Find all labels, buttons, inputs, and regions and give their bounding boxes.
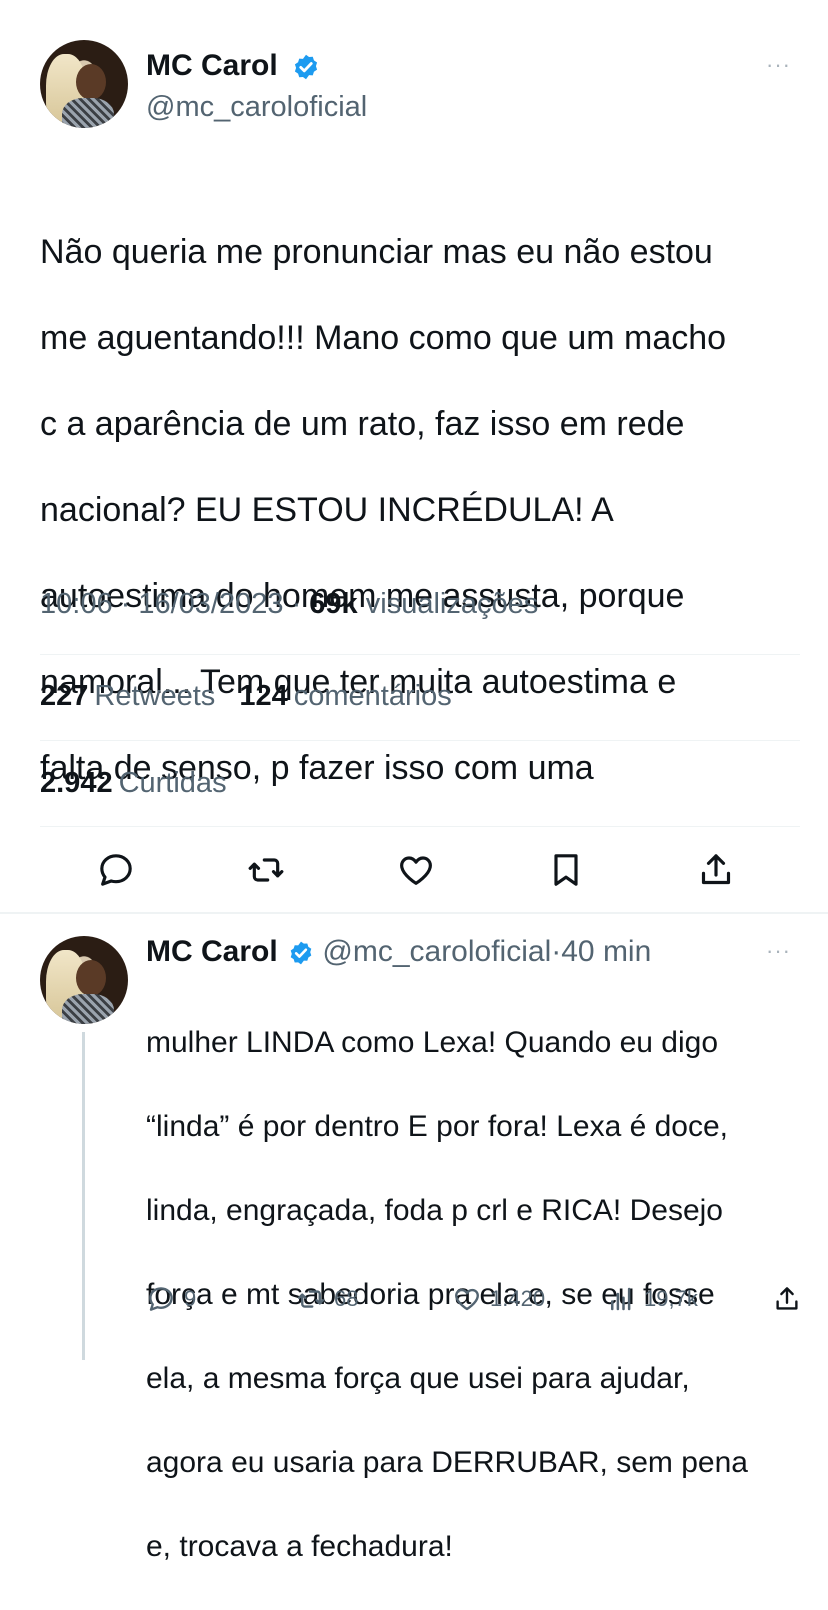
reply-reply-button[interactable]: 9 — [146, 1284, 196, 1314]
tweet-time[interactable]: 10:06 — [40, 588, 113, 620]
reply-icon — [100, 854, 132, 886]
meta-separator: · — [291, 588, 310, 620]
reply-button[interactable] — [96, 850, 140, 894]
reply-retweets-count: 68 — [334, 1286, 359, 1311]
retweet-button[interactable] — [246, 850, 290, 894]
views-count: 69k — [309, 588, 358, 620]
action-bar — [96, 850, 776, 894]
views-icon — [611, 1287, 631, 1311]
retweet-icon — [297, 1290, 325, 1308]
bookmark-icon — [554, 854, 578, 886]
avatar-body — [62, 98, 114, 128]
likes-stat[interactable]: 2.942 Curtidas — [40, 767, 227, 800]
tweet-meta: 10:06 · 16/03/2023 · 69k visualizações — [40, 588, 538, 621]
verified-badge-icon — [294, 54, 318, 80]
comments-count: 124 — [239, 680, 288, 712]
reply-author-name[interactable]: MC Carol — [146, 935, 278, 968]
reply-line: “linda” é por dentro E por fora! Lexa é … — [146, 1110, 729, 1143]
share-button[interactable] — [696, 850, 740, 894]
reply-retweet-button[interactable]: 68 — [296, 1284, 358, 1314]
thread-line — [82, 1032, 85, 1360]
reply-replies-count: 9 — [184, 1286, 197, 1311]
bookmark-button[interactable] — [546, 850, 590, 894]
more-options-button[interactable]: ··· — [766, 52, 791, 78]
share-icon — [776, 1287, 798, 1310]
meta-separator: · — [120, 588, 139, 620]
retweet-icon — [248, 858, 284, 882]
reply-views-count: 19,7k — [644, 1286, 698, 1311]
reply-header: MC Carol @mc_caroloficial·40 min — [146, 934, 651, 970]
share-icon — [701, 854, 731, 885]
divider — [40, 654, 800, 655]
tweet-line: c a aparência de um rato, faz isso em re… — [40, 405, 685, 443]
divider — [40, 740, 800, 741]
views-label: visualizações — [365, 588, 539, 620]
retweets-label: Retweets — [94, 680, 216, 712]
meta-separator: · — [551, 935, 562, 968]
reply-action-bar: 9 68 1.420 19,7k — [146, 1284, 806, 1320]
reply-more-options-button[interactable]: ··· — [766, 938, 791, 964]
reply-author-handle[interactable]: @mc_caroloficial — [322, 935, 551, 968]
tweet-line: me aguentando!!! Mano como que um macho — [40, 319, 727, 357]
divider — [40, 826, 800, 827]
avatar-body — [62, 994, 114, 1024]
reply-line: linda, engraçada, foda p crl e RICA! Des… — [146, 1194, 723, 1227]
reply-share-button[interactable] — [772, 1284, 802, 1314]
likes-count: 2.942 — [40, 767, 113, 799]
reply-views-button[interactable]: 19,7k — [606, 1284, 698, 1314]
tweet-line: nacional? EU ESTOU INCRÉDULA! A — [40, 491, 614, 529]
verified-badge-icon — [290, 941, 312, 965]
author-name-text: MC Carol — [146, 49, 278, 82]
reply-line: e, trocava a fechadura! — [146, 1530, 453, 1563]
reply-line: mulher LINDA como Lexa! Quando eu digo — [146, 1026, 719, 1059]
like-button[interactable] — [396, 850, 440, 894]
heart-icon — [400, 856, 432, 885]
avatar[interactable] — [40, 40, 128, 128]
likes-label: Curtidas — [118, 767, 227, 799]
engagement-stats: 227 Retweets 124 comentários — [40, 680, 452, 713]
avatar-face — [76, 64, 106, 100]
reply-icon — [149, 1287, 173, 1311]
tweet-body: Não queria me pronunciar mas eu não esto… — [40, 188, 800, 833]
comments-label: comentários — [293, 680, 452, 712]
tweet-date[interactable]: 16/03/2023 — [138, 588, 283, 620]
retweets-count: 227 — [40, 680, 89, 712]
avatar-face — [76, 960, 106, 996]
reply-likes-count: 1.420 — [490, 1286, 546, 1311]
heart-icon — [455, 1288, 479, 1311]
author-name[interactable]: MC Carol — [146, 48, 320, 84]
retweets-stat[interactable]: 227 Retweets — [40, 680, 215, 712]
tweet-separator — [0, 912, 828, 914]
tweet-line: Não queria me pronunciar mas eu não esto… — [40, 233, 713, 271]
reply-avatar[interactable] — [40, 936, 128, 1024]
reply-line: agora eu usaria para DERRUBAR, sem pena — [146, 1446, 748, 1479]
reply-line: ela, a mesma força que usei para ajudar, — [146, 1362, 690, 1395]
reply-like-button[interactable]: 1.420 — [452, 1284, 545, 1314]
author-handle[interactable]: @mc_caroloficial — [146, 90, 367, 124]
reply-time[interactable]: 40 min — [561, 935, 651, 968]
comments-stat[interactable]: 124 comentários — [239, 680, 451, 712]
